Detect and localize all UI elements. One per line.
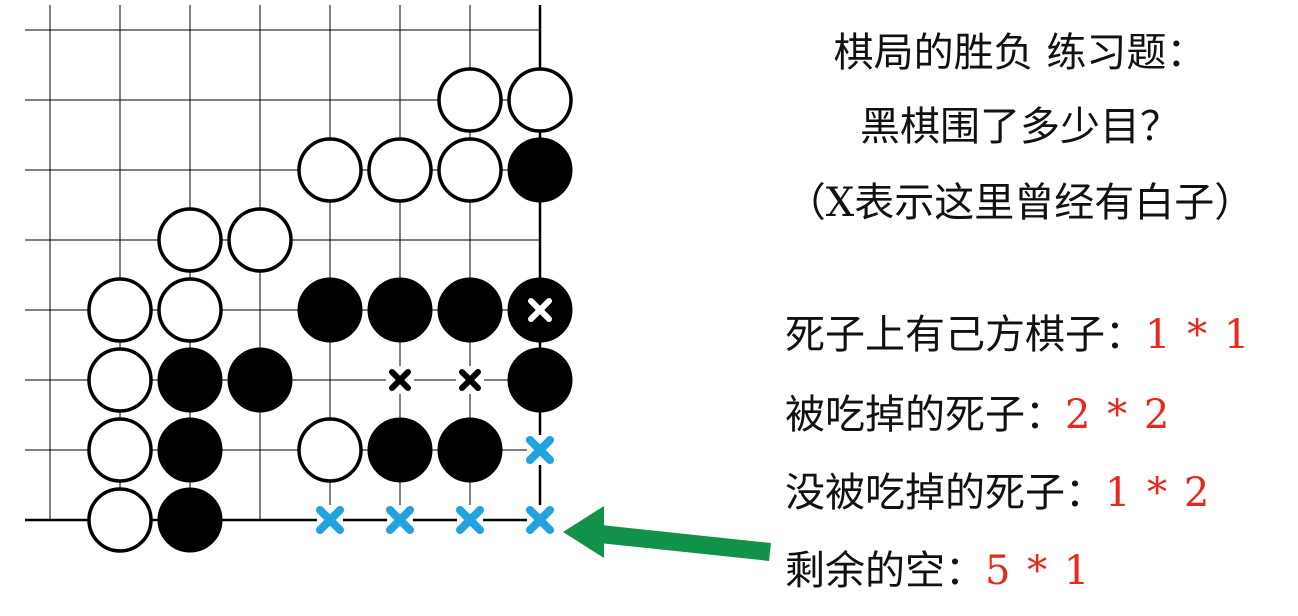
row-uncaptured-dead: 没被吃掉的死子：1 * 2	[785, 460, 1211, 518]
row-label: 剩余的空：	[785, 548, 985, 594]
row-value: 2 * 2	[1065, 392, 1172, 438]
black-stone	[507, 137, 573, 203]
row-value: 1 * 1	[1145, 312, 1252, 358]
row-captured-dead: 被吃掉的死子：2 * 2	[785, 382, 1171, 440]
white-stone	[87, 277, 153, 343]
stones-layer	[87, 67, 573, 553]
black-stone	[157, 487, 223, 553]
white-stone	[87, 417, 153, 483]
arrow-head	[563, 506, 604, 558]
white-stone	[87, 347, 153, 413]
title-line-1: 棋局的胜负 练习题：	[833, 30, 1207, 76]
arrow-shaft	[599, 525, 771, 561]
white-stone	[507, 67, 573, 133]
green-arrow	[563, 506, 771, 561]
black-stone	[437, 417, 503, 483]
white-stone	[157, 277, 223, 343]
white-stone	[437, 67, 503, 133]
row-value: 1 * 2	[1105, 470, 1212, 516]
title-line-3: （X表示这里曾经有白子）	[785, 180, 1255, 226]
white-stone	[227, 207, 293, 273]
row-label: 被吃掉的死子：	[785, 392, 1065, 438]
black-stone	[367, 277, 433, 343]
black-stone	[297, 277, 363, 343]
white-stone	[157, 207, 223, 273]
title-line-2: 黑棋围了多少目？	[860, 104, 1180, 150]
white-stone	[367, 137, 433, 203]
black-stone	[157, 347, 223, 413]
row-remaining-territory: 剩余的空：5 * 1	[785, 538, 1091, 596]
black-stone	[367, 417, 433, 483]
marks-layer	[316, 298, 554, 535]
black-stone	[507, 347, 573, 413]
black-stone	[227, 347, 293, 413]
white-stone	[297, 417, 363, 483]
black-stone	[437, 277, 503, 343]
black-stone	[157, 417, 223, 483]
row-value: 5 * 1	[985, 548, 1092, 594]
row-stone-on-dead: 死子上有己方棋子：1 * 1	[785, 302, 1251, 360]
white-stone	[87, 487, 153, 553]
row-label: 死子上有己方棋子：	[785, 312, 1145, 358]
white-stone	[297, 137, 363, 203]
row-label: 没被吃掉的死子：	[785, 470, 1105, 516]
white-stone	[437, 137, 503, 203]
